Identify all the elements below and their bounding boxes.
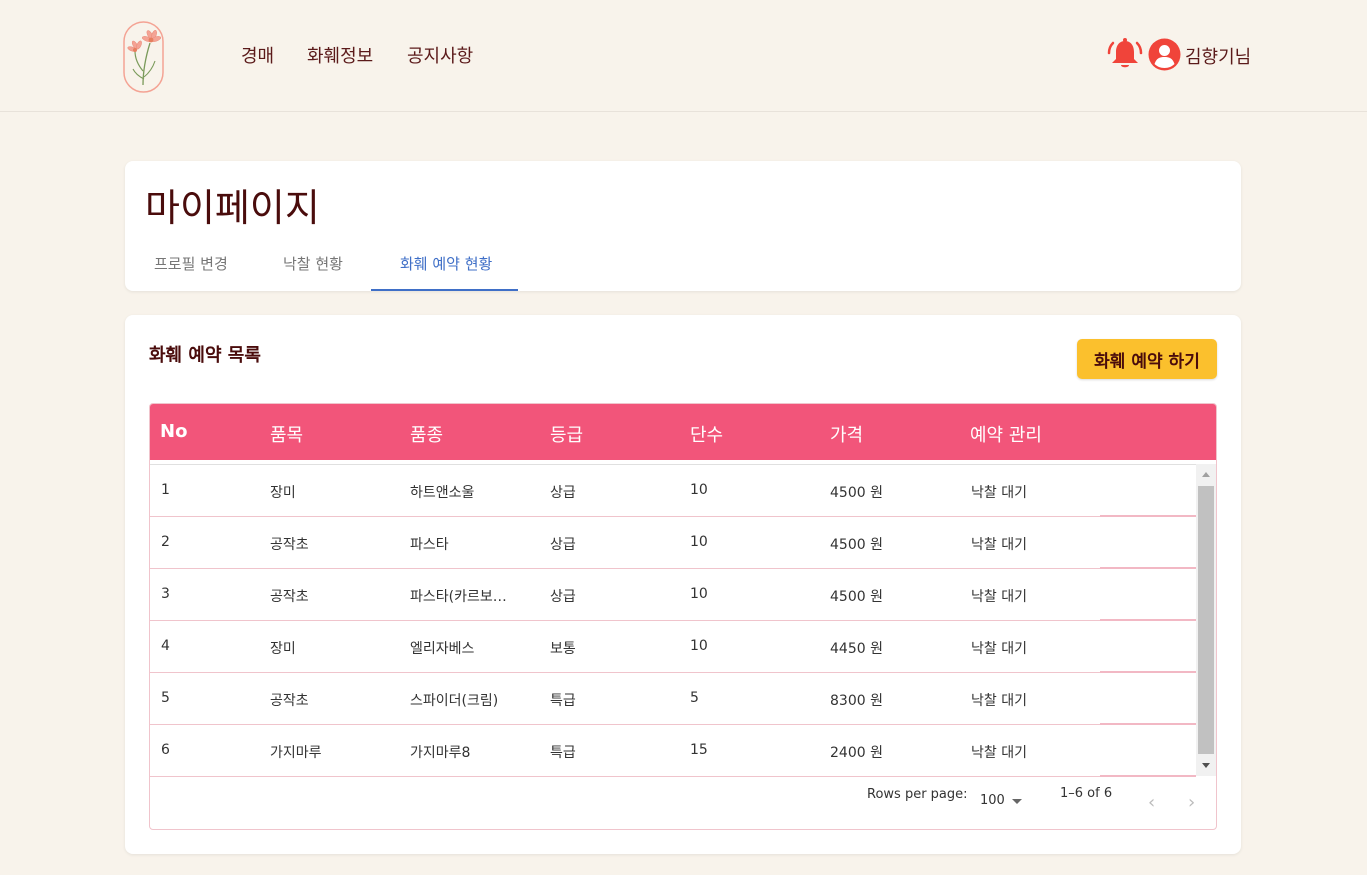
cell-item: 장미	[270, 485, 296, 501]
cell-count: 10	[690, 482, 708, 498]
column-header-variety[interactable]: 품종	[410, 421, 443, 447]
cell-no: 5	[161, 690, 170, 706]
table-row[interactable]: 1 장미 하트앤소울 상급 10 4500 원 낙찰 대기	[150, 465, 1196, 517]
cell-price: 4500 원	[830, 485, 883, 501]
cell-variety: 파스타	[410, 537, 449, 553]
reservation-list-card: 화훼 예약 목록 화훼 예약 하기 No 품목 품종 등급 단수 가격 예약 관…	[125, 315, 1241, 854]
cell-grade: 특급	[550, 745, 576, 761]
active-tab-indicator	[371, 289, 518, 291]
cell-no: 1	[161, 482, 170, 498]
rows-per-page-select[interactable]: 100	[980, 793, 1022, 808]
column-header-item[interactable]: 품목	[270, 421, 303, 447]
cell-status: 낙찰 대기	[971, 589, 1027, 605]
cell-status: 낙찰 대기	[971, 485, 1027, 501]
cell-count: 10	[690, 534, 708, 550]
list-title: 화훼 예약 목록	[149, 345, 261, 366]
scrollbar-thumb[interactable]	[1198, 486, 1214, 754]
cell-price: 2400 원	[830, 745, 883, 761]
tab-flower-reservation[interactable]: 화훼 예약 현황	[400, 253, 492, 274]
cell-status: 낙찰 대기	[971, 537, 1027, 553]
cell-status: 낙찰 대기	[971, 745, 1027, 761]
cell-item: 공작초	[270, 693, 309, 709]
cell-grade: 상급	[550, 589, 576, 605]
column-header-price[interactable]: 가격	[830, 421, 863, 447]
next-page-icon[interactable]: ›	[1188, 792, 1195, 813]
cell-item: 공작초	[270, 589, 309, 605]
cell-price: 8300 원	[830, 693, 883, 709]
nav-notice[interactable]: 공지사항	[407, 42, 473, 68]
rows-per-page-label: Rows per page:	[867, 787, 968, 802]
table-row[interactable]: 3 공작초 파스타(카르보… 상급 10 4500 원 낙찰 대기	[150, 569, 1196, 621]
cell-variety: 엘리자베스	[410, 641, 475, 657]
column-header-no[interactable]: No	[160, 421, 187, 442]
cell-item: 가지마루	[270, 745, 322, 761]
cell-price: 4450 원	[830, 641, 883, 657]
nav-auction[interactable]: 경매	[241, 42, 274, 68]
rows-per-page-value: 100	[980, 793, 1005, 808]
table-scrollbar[interactable]	[1196, 464, 1216, 776]
cell-grade: 보통	[550, 641, 576, 657]
cell-item: 공작초	[270, 537, 309, 553]
cell-variety: 스파이더(크림)	[410, 693, 499, 709]
cell-price: 4500 원	[830, 537, 883, 553]
scroll-down-arrow-icon[interactable]	[1202, 763, 1210, 768]
reserve-flower-button[interactable]: 화훼 예약 하기	[1077, 339, 1217, 379]
cell-no: 6	[161, 742, 170, 758]
cell-no: 3	[161, 586, 170, 602]
tab-bid-status[interactable]: 낙찰 현황	[283, 253, 343, 274]
cell-no: 4	[161, 638, 170, 654]
table-row[interactable]: 5 공작초 스파이더(크림) 특급 5 8300 원 낙찰 대기	[150, 673, 1196, 725]
table-pagination: Rows per page: 100 1–6 of 6 ‹ ›	[150, 776, 1216, 829]
username[interactable]: 김향기님	[1185, 43, 1251, 69]
cell-count: 10	[690, 586, 708, 602]
cell-variety: 가지마루8	[410, 745, 471, 761]
page-title: 마이페이지	[145, 186, 320, 230]
cell-grade: 상급	[550, 485, 576, 501]
mypage-title-card: 마이페이지 프로필 변경 낙찰 현황 화훼 예약 현황	[125, 161, 1241, 291]
column-header-reservation-manage[interactable]: 예약 관리	[970, 421, 1042, 447]
cell-variety: 하트앤소울	[410, 485, 475, 501]
scroll-up-arrow-icon[interactable]	[1202, 472, 1210, 477]
cell-count: 15	[690, 742, 708, 758]
column-header-count[interactable]: 단수	[690, 421, 723, 447]
cell-grade: 특급	[550, 693, 576, 709]
cell-status: 낙찰 대기	[971, 693, 1027, 709]
table-body: 1 장미 하트앤소울 상급 10 4500 원 낙찰 대기 2 공작초 파스타 …	[150, 464, 1196, 777]
nav-flower-info[interactable]: 화훼정보	[307, 42, 373, 68]
cell-no: 2	[161, 534, 170, 550]
bell-icon[interactable]	[1107, 37, 1143, 71]
table-header: No 품목 품종 등급 단수 가격 예약 관리	[150, 404, 1216, 460]
cell-grade: 상급	[550, 537, 576, 553]
table-row[interactable]: 6 가지마루 가지마루8 특급 15 2400 원 낙찰 대기	[150, 725, 1196, 777]
tab-profile-edit[interactable]: 프로필 변경	[154, 253, 228, 274]
dropdown-arrow-icon	[1012, 799, 1022, 804]
column-header-grade[interactable]: 등급	[550, 421, 583, 447]
cell-count: 5	[690, 690, 699, 706]
cell-price: 4500 원	[830, 589, 883, 605]
user-avatar-icon[interactable]	[1148, 38, 1181, 71]
cell-item: 장미	[270, 641, 296, 657]
table-row[interactable]: 2 공작초 파스타 상급 10 4500 원 낙찰 대기	[150, 517, 1196, 569]
cell-variety: 파스타(카르보…	[410, 589, 507, 605]
flower-logo-icon[interactable]	[123, 21, 164, 93]
page-range-info: 1–6 of 6	[1060, 786, 1113, 801]
cell-status: 낙찰 대기	[971, 641, 1027, 657]
top-header: 경매 화훼정보 공지사항 김향기님	[0, 0, 1367, 112]
cell-count: 10	[690, 638, 708, 654]
reservation-table: No 품목 품종 등급 단수 가격 예약 관리 1 장미 하트앤소울 상급 10…	[149, 403, 1217, 830]
table-row[interactable]: 4 장미 엘리자베스 보통 10 4450 원 낙찰 대기	[150, 621, 1196, 673]
previous-page-icon[interactable]: ‹	[1148, 792, 1155, 813]
